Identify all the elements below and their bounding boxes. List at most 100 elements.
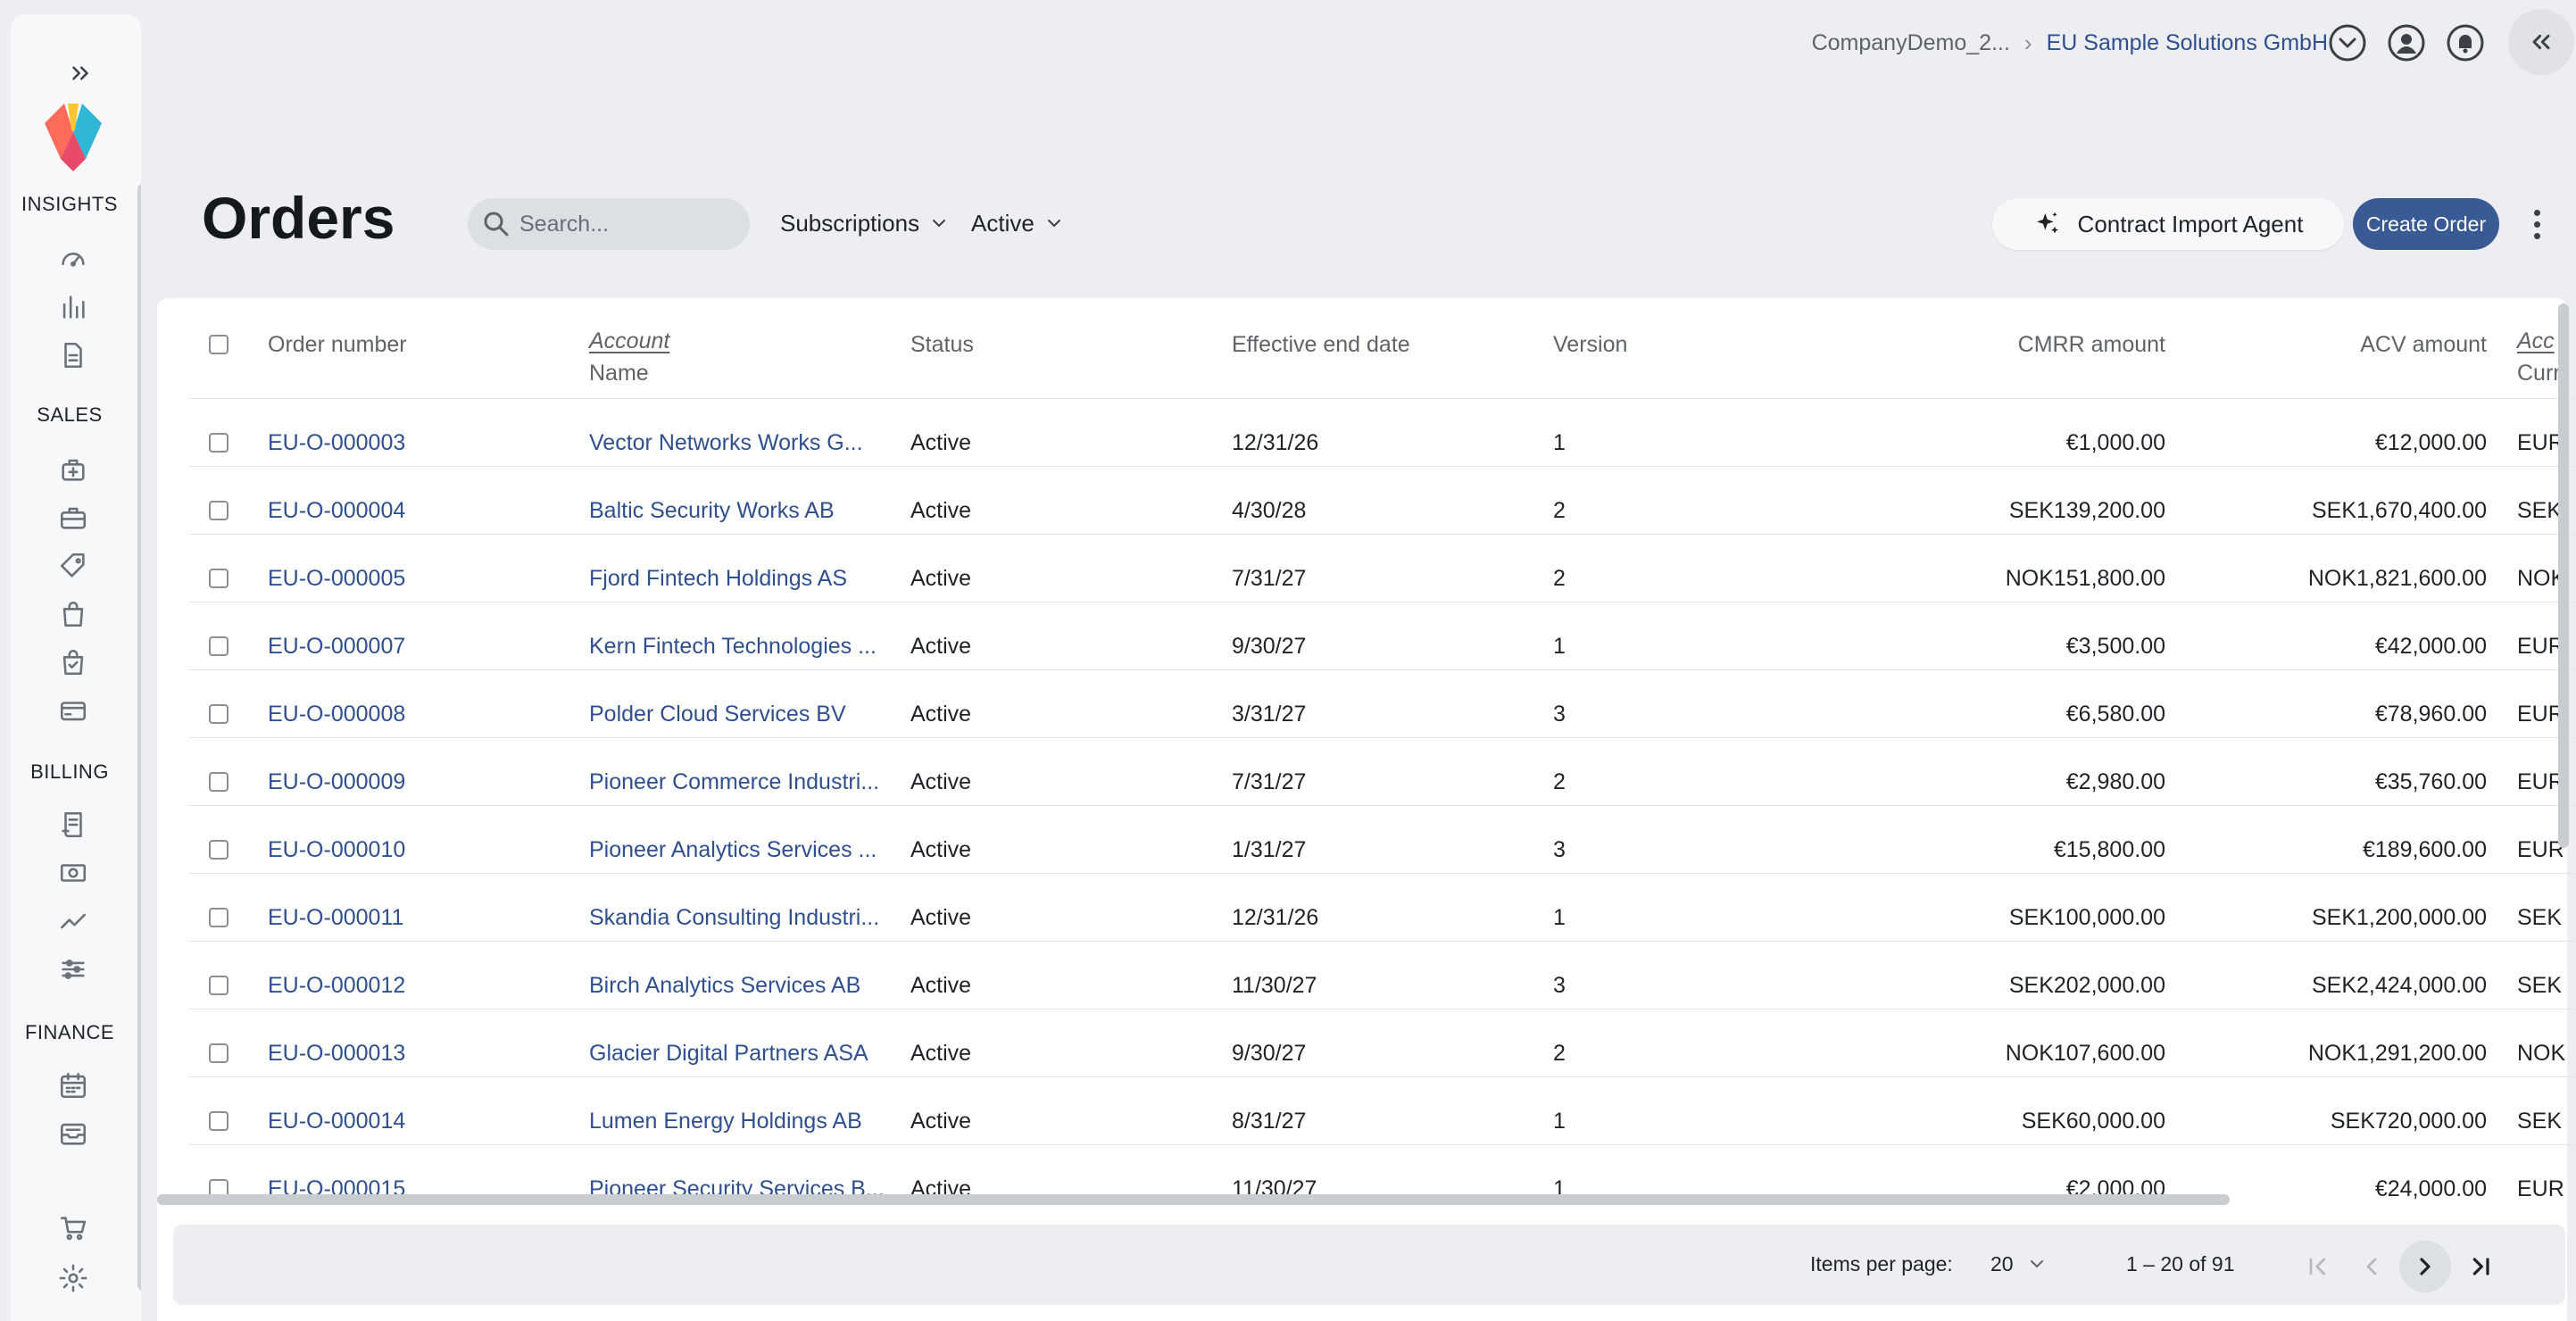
- table-vertical-scrollbar[interactable]: [2558, 303, 2569, 848]
- effective-end-date-cell: 9/30/27: [1232, 634, 1307, 659]
- collapse-panel-button[interactable]: [2508, 9, 2574, 75]
- page-title: Orders: [202, 185, 395, 251]
- create-order-button[interactable]: Create Order: [2353, 198, 2499, 250]
- user-account-icon[interactable]: [2387, 23, 2426, 62]
- account-name-link[interactable]: Baltic Security Works AB: [589, 498, 835, 524]
- trend-line-icon[interactable]: [57, 905, 89, 937]
- cart-icon[interactable]: [57, 1212, 89, 1244]
- orders-table: [157, 298, 2567, 1321]
- calendar-icon[interactable]: [57, 1069, 89, 1101]
- contract-import-agent-button[interactable]: Contract Import Agent: [1992, 198, 2344, 250]
- expand-sidebar-icon[interactable]: [62, 55, 98, 91]
- col-acv-amount[interactable]: ACV amount: [2360, 332, 2487, 358]
- breadcrumb-company[interactable]: CompanyDemo_2...: [1812, 30, 2010, 56]
- col-version[interactable]: Version: [1553, 332, 1627, 358]
- select-all-checkbox[interactable]: [209, 335, 229, 354]
- order-number-link[interactable]: EU-O-000007: [268, 634, 405, 660]
- account-name-link[interactable]: Pioneer Commerce Industri...: [589, 769, 879, 795]
- row-checkbox[interactable]: [209, 772, 229, 792]
- gear-icon[interactable]: [57, 1262, 89, 1294]
- order-number-link[interactable]: EU-O-000013: [268, 1041, 405, 1067]
- effective-end-date-cell: 11/30/27: [1232, 973, 1317, 998]
- row-checkbox[interactable]: [209, 1043, 229, 1063]
- section-billing: BILLING: [30, 760, 109, 783]
- notifications-bell-icon[interactable]: [2446, 23, 2485, 62]
- col-cmrr-amount[interactable]: CMRR amount: [2018, 332, 2165, 358]
- order-number-link[interactable]: EU-O-000009: [268, 769, 405, 795]
- items-per-page-label: Items per page:: [1810, 1252, 1953, 1275]
- acv-amount-cell: SEK1,200,000.00: [2312, 905, 2487, 930]
- search-box[interactable]: [468, 198, 750, 250]
- order-number-link[interactable]: EU-O-000005: [268, 566, 405, 592]
- breadcrumb-entity[interactable]: EU Sample Solutions GmbH: [2047, 30, 2328, 56]
- account-name-link[interactable]: Fjord Fintech Holdings AS: [589, 566, 847, 592]
- col-currency-group[interactable]: Acc: [2517, 328, 2555, 354]
- status-filter-label: Active: [971, 209, 1035, 237]
- last-page-button[interactable]: [2455, 1241, 2506, 1292]
- status-cell: Active: [910, 769, 972, 794]
- entity-switch-chevron-icon[interactable]: [2328, 23, 2367, 62]
- order-number-link[interactable]: EU-O-000012: [268, 973, 405, 999]
- row-checkbox[interactable]: [209, 569, 229, 588]
- shopping-bag-icon[interactable]: [57, 598, 89, 630]
- dashboard-gauge-icon[interactable]: [57, 243, 89, 275]
- receipt-icon[interactable]: [57, 809, 89, 841]
- row-checkbox[interactable]: [209, 908, 229, 927]
- document-icon[interactable]: [57, 339, 89, 371]
- row-checkbox[interactable]: [209, 704, 229, 724]
- col-currency[interactable]: Curr: [2517, 361, 2561, 386]
- first-page-button[interactable]: [2292, 1241, 2344, 1292]
- more-options-icon[interactable]: [2524, 204, 2549, 245]
- account-name-link[interactable]: Skandia Consulting Industri...: [589, 905, 879, 931]
- account-name-link[interactable]: Pioneer Analytics Services ...: [589, 837, 877, 863]
- order-number-link[interactable]: EU-O-000011: [268, 905, 403, 931]
- currency-cell: EUR: [2517, 702, 2564, 727]
- items-per-page-select[interactable]: 20: [1990, 1248, 2048, 1280]
- account-name-link[interactable]: Vector Networks Works G...: [589, 430, 863, 456]
- bag-check-icon[interactable]: [57, 646, 89, 678]
- inbox-icon[interactable]: [57, 1117, 89, 1150]
- medical-bag-icon[interactable]: [57, 453, 89, 486]
- sliders-icon[interactable]: [57, 953, 89, 985]
- previous-page-button[interactable]: [2346, 1241, 2397, 1292]
- row-checkbox[interactable]: [209, 1111, 229, 1131]
- order-number-link[interactable]: EU-O-000008: [268, 702, 405, 727]
- bar-chart-icon[interactable]: [57, 291, 89, 323]
- order-number-link[interactable]: EU-O-000003: [268, 430, 405, 456]
- row-checkbox[interactable]: [209, 501, 229, 520]
- col-effective-end-date[interactable]: Effective end date: [1232, 332, 1410, 358]
- order-number-link[interactable]: EU-O-000010: [268, 837, 405, 863]
- col-account-group[interactable]: Account: [589, 328, 669, 354]
- row-checkbox[interactable]: [209, 976, 229, 995]
- row-checkbox[interactable]: [209, 433, 229, 453]
- effective-end-date-cell: 7/31/27: [1232, 566, 1307, 591]
- status-filter-dropdown[interactable]: Active: [971, 205, 1065, 241]
- subscriptions-filter-dropdown[interactable]: Subscriptions: [780, 205, 950, 241]
- account-name-link[interactable]: Birch Analytics Services AB: [589, 973, 860, 999]
- sidebar-scrollbar[interactable]: [137, 184, 141, 1291]
- acv-amount-cell: SEK2,424,000.00: [2312, 973, 2487, 998]
- row-divider: [189, 534, 2576, 535]
- next-page-button[interactable]: [2399, 1241, 2451, 1292]
- table-horizontal-scrollbar[interactable]: [157, 1194, 2230, 1205]
- version-cell: 3: [1553, 702, 1566, 727]
- version-cell: 1: [1553, 430, 1566, 455]
- search-input[interactable]: [518, 210, 735, 238]
- effective-end-date-cell: 12/31/26: [1232, 430, 1319, 455]
- account-name-link[interactable]: Polder Cloud Services BV: [589, 702, 846, 727]
- col-order-number[interactable]: Order number: [268, 332, 407, 358]
- row-checkbox[interactable]: [209, 636, 229, 656]
- cash-icon[interactable]: [57, 857, 89, 889]
- order-number-link[interactable]: EU-O-000004: [268, 498, 405, 524]
- row-checkbox[interactable]: [209, 840, 229, 860]
- order-number-link[interactable]: EU-O-000014: [268, 1109, 405, 1134]
- status-cell: Active: [910, 837, 972, 862]
- account-name-link[interactable]: Glacier Digital Partners ASA: [589, 1041, 868, 1067]
- account-name-link[interactable]: Kern Fintech Technologies ...: [589, 634, 877, 660]
- col-status[interactable]: Status: [910, 332, 974, 358]
- credit-card-icon[interactable]: [57, 694, 89, 727]
- col-account-name[interactable]: Name: [589, 361, 649, 386]
- account-name-link[interactable]: Lumen Energy Holdings AB: [589, 1109, 862, 1134]
- tag-icon[interactable]: [57, 550, 89, 582]
- briefcase-icon[interactable]: [57, 502, 89, 534]
